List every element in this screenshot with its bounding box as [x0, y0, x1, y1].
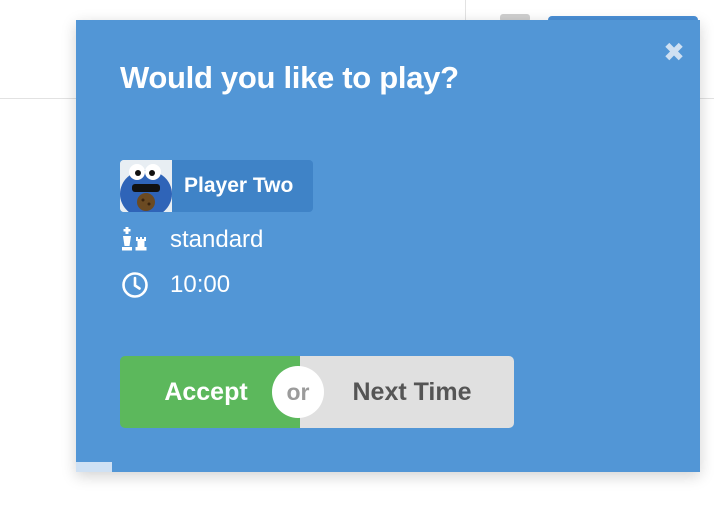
- or-separator: or: [272, 366, 324, 418]
- clock-icon: [120, 270, 150, 300]
- action-buttons: Accept Next Time or: [120, 356, 514, 428]
- background-divider-vertical: [465, 0, 466, 20]
- next-time-button-label: Next Time: [352, 377, 472, 406]
- accept-button-label: Accept: [164, 377, 248, 406]
- chess-pieces-icon: [120, 225, 150, 255]
- variant-row: standard: [120, 225, 263, 255]
- background-tab: [76, 462, 112, 472]
- time-control-row: 10:00: [120, 270, 230, 300]
- player-name: Player Two: [184, 174, 294, 197]
- next-time-button[interactable]: Next Time: [300, 356, 514, 428]
- variant-label: standard: [170, 226, 264, 253]
- play-invitation-modal: ✖ Would you like to play? Player Two sta…: [76, 20, 700, 472]
- close-icon[interactable]: ✖: [662, 39, 686, 65]
- avatar-image: [120, 160, 172, 212]
- player-chip[interactable]: Player Two: [120, 160, 314, 212]
- avatar: [120, 160, 172, 212]
- modal-title: Would you like to play?: [120, 60, 459, 95]
- time-control-label: 10:00: [170, 271, 231, 298]
